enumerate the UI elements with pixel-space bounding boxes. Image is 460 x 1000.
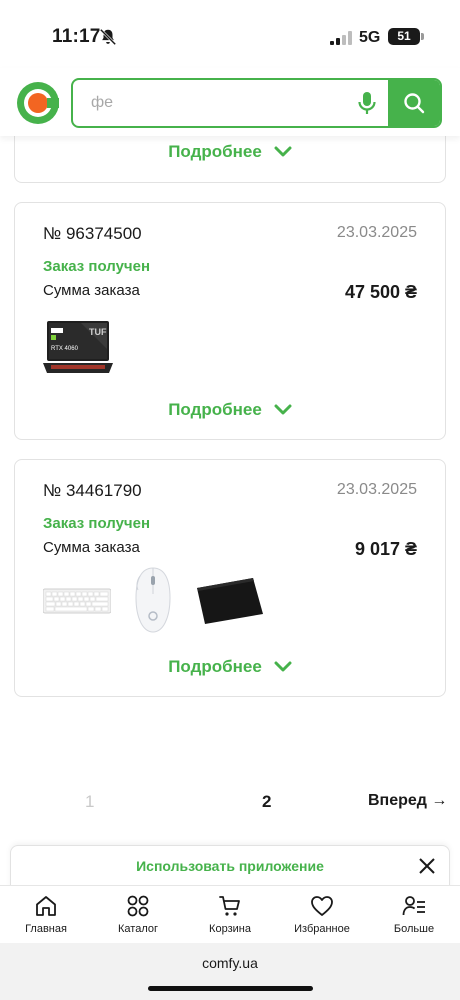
- svg-text:RTX 4060: RTX 4060: [51, 346, 79, 352]
- order-date: 23.03.2025: [336, 481, 417, 498]
- details-label: Подробнее: [168, 142, 262, 161]
- nav-more[interactable]: Больше: [368, 886, 460, 943]
- search-input[interactable]: [91, 80, 351, 126]
- order-sum-label: Сумма заказа: [43, 282, 140, 299]
- order-card: № 34461790 23.03.2025 Заказ получен Сумм…: [14, 459, 446, 697]
- page-2-current[interactable]: 2: [262, 792, 271, 812]
- order-status: Заказ получен: [43, 515, 151, 532]
- details-link[interactable]: Подробнее: [15, 142, 445, 162]
- keyboard-thumbnail[interactable]: [43, 586, 111, 616]
- nav-favorites[interactable]: Избранное: [276, 886, 368, 943]
- order-status: Заказ получен: [43, 258, 151, 275]
- nav-catalog[interactable]: Каталог: [92, 886, 184, 943]
- next-page-link[interactable]: Вперед →: [368, 792, 447, 810]
- home-indicator: [148, 986, 313, 991]
- order-sum: 9 017 ₴: [354, 539, 417, 559]
- status-bar: 11:17 5G 51: [0, 0, 460, 68]
- close-icon[interactable]: [417, 856, 437, 876]
- chevron-down-icon: [274, 146, 292, 157]
- mouse-thumbnail[interactable]: [131, 566, 175, 636]
- search-icon: [404, 93, 425, 114]
- microphone-icon[interactable]: [356, 91, 378, 115]
- order-number[interactable]: № 96374500: [43, 224, 142, 244]
- order-sum: 47 500 ₴: [344, 282, 417, 302]
- page-1[interactable]: 1: [85, 792, 94, 812]
- order-thumbnails: TUF RTX 4060: [43, 317, 113, 379]
- order-number[interactable]: № 34461790: [43, 481, 142, 501]
- nav-label: Избранное: [294, 923, 350, 935]
- use-app-link[interactable]: Использовать приложение: [11, 858, 449, 874]
- catalog-icon: [127, 895, 149, 917]
- details-label: Подробнее: [168, 657, 262, 676]
- details-link[interactable]: Подробнее: [15, 657, 445, 677]
- search-button[interactable]: [388, 80, 440, 126]
- cart-icon: [219, 896, 240, 916]
- browser-address-bar: comfy.ua: [0, 943, 460, 1000]
- header: [0, 68, 460, 136]
- chevron-down-icon: [274, 404, 292, 415]
- more-icon: [402, 896, 425, 916]
- pagination: 1 2 Вперед →: [0, 792, 460, 816]
- home-icon: [36, 896, 56, 916]
- heart-icon: [311, 896, 333, 916]
- nav-cart[interactable]: Корзина: [184, 886, 276, 943]
- order-sum-label: Сумма заказа: [43, 539, 140, 556]
- comfy-logo[interactable]: [17, 82, 59, 124]
- nav-label: Главная: [25, 923, 67, 935]
- mousepad-thumbnail[interactable]: [195, 576, 265, 626]
- order-thumbnails: [43, 567, 265, 633]
- search-box: [71, 78, 442, 128]
- bell-muted-icon: [99, 28, 117, 46]
- url-text[interactable]: comfy.ua: [0, 955, 460, 971]
- nav-home[interactable]: Главная: [0, 886, 92, 943]
- network-type: 5G: [359, 29, 381, 46]
- battery-icon: 51: [388, 28, 424, 45]
- order-date: 23.03.2025: [336, 224, 417, 241]
- status-time: 11:17: [52, 26, 101, 47]
- signal-icon: [330, 31, 352, 45]
- nav-label: Корзина: [209, 923, 251, 935]
- nav-label: Каталог: [118, 923, 158, 935]
- svg-text:TUF: TUF: [89, 327, 107, 337]
- bottom-nav: Главная Каталог Корзина Избранное Больше: [0, 885, 460, 943]
- details-label: Подробнее: [168, 400, 262, 419]
- order-card: № 96374500 23.03.2025 Заказ получен Сумм…: [14, 202, 446, 440]
- chevron-down-icon: [274, 661, 292, 672]
- details-link[interactable]: Подробнее: [15, 400, 445, 420]
- laptop-thumbnail[interactable]: TUF RTX 4060: [43, 319, 113, 377]
- nav-label: Больше: [393, 923, 435, 935]
